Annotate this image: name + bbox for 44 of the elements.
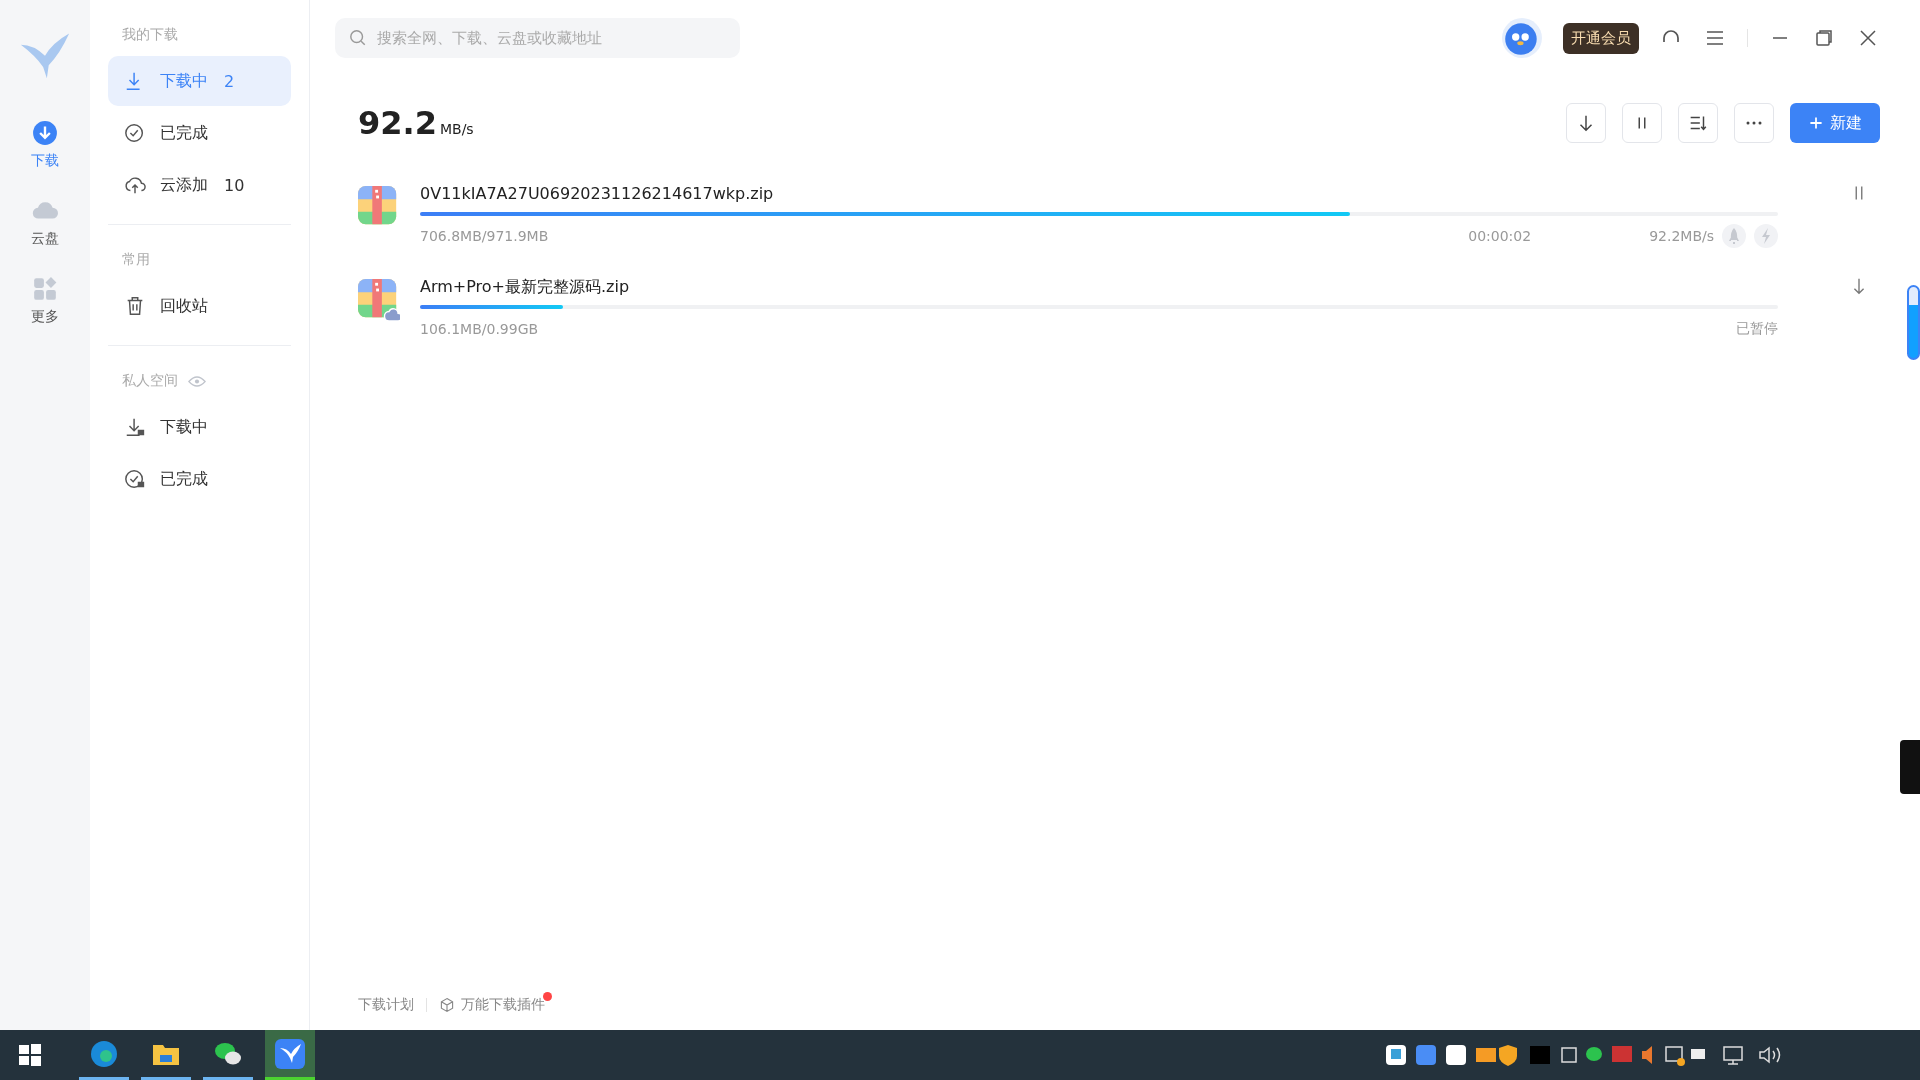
search-icon [349,29,367,47]
cube-icon [439,997,455,1013]
file-name: Arm+Pro+最新完整源码.zip [420,276,631,298]
total-speed: 92.2 MB/s [358,104,474,142]
new-task-button[interactable]: 新建 [1790,103,1880,143]
sidebar-item[interactable]: 云添加 10 [108,160,291,210]
system-tray-icons[interactable] [1386,1043,1706,1067]
speed-gauge-widget[interactable] [1907,285,1920,360]
sort-button[interactable] [1678,103,1718,143]
check-circle-icon [124,122,146,144]
section-title: 常用 [122,251,150,269]
edge-browser-icon [89,1038,119,1069]
download-icon [32,120,58,146]
sidebar-item[interactable]: 下载中 [108,402,291,452]
download-plan-link[interactable]: 下载计划 [358,996,414,1014]
avatar-icon[interactable] [1501,17,1543,59]
sidebar-item[interactable]: 回收站 [108,281,291,331]
nav-item[interactable]: 更多 [27,272,63,330]
plus-icon [1808,115,1824,131]
grid-icon [32,276,58,302]
file-name: 0V11kIA7A27U06920231126214617wkp.zip [420,183,775,205]
file-size: 706.8MB/971.9MB [420,228,549,244]
start-all-button[interactable] [1566,103,1606,143]
meter-widget [1900,740,1920,794]
sidebar-item[interactable]: 已完成 [108,108,291,158]
remaining-time: 00:00:02 [1468,228,1532,244]
file-size: 106.1MB/0.99GB [420,321,539,337]
check-lock-icon [124,468,146,490]
sidebar-item[interactable]: 已完成 [108,454,291,504]
section-title: 私人空间 [122,372,178,390]
vip-button[interactable]: 开通会员 [1563,22,1639,54]
search-field[interactable]: 搜索全网、下载、云盘或收藏地址 [335,18,740,58]
nav-item[interactable]: 云盘 [27,194,63,252]
ellipsis-icon [1746,121,1762,125]
download-lock-icon [124,416,146,438]
bird-app-icon [275,1038,305,1069]
cloud-upload-icon [124,174,146,196]
plugin-link[interactable]: 万能下载插件 [439,996,545,1014]
pause-all-button[interactable] [1622,103,1662,143]
windows-start-icon[interactable] [19,1044,41,1066]
status-text: 已暂停 [1736,320,1778,338]
section-title: 我的下载 [122,26,178,44]
taskbar-app[interactable] [265,1030,315,1080]
download-speed: 92.2MB/s [1649,228,1714,244]
